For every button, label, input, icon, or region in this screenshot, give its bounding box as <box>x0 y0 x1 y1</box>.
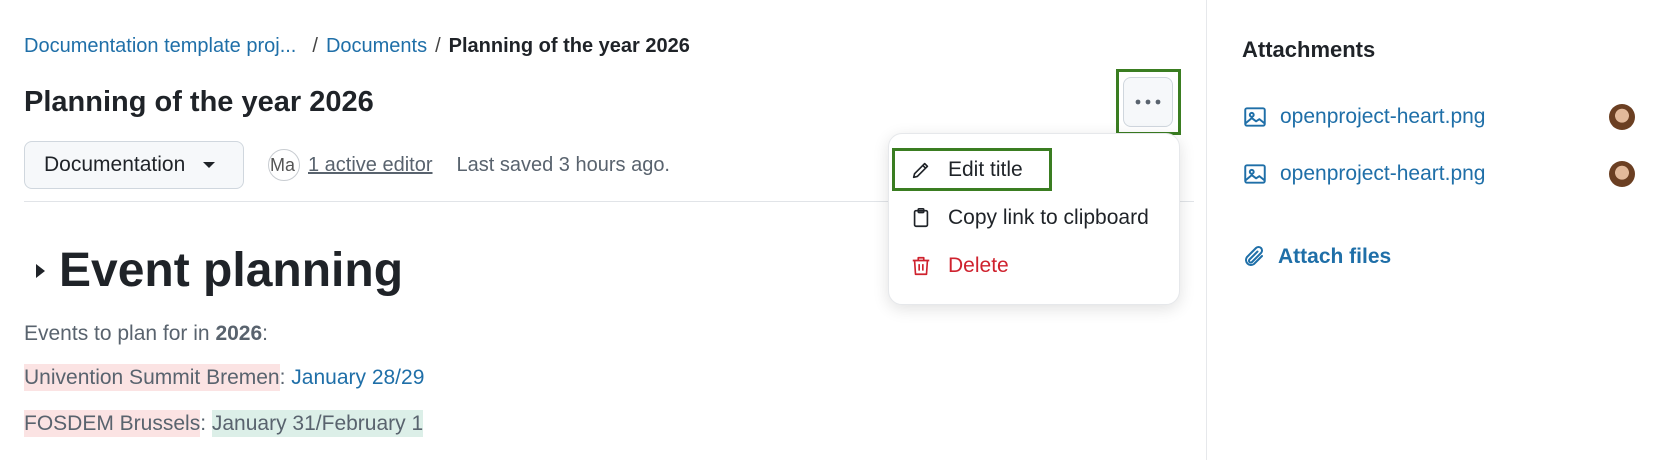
image-icon <box>1242 161 1268 187</box>
event-line: Univention Summit Bremen: January 28/29 <box>24 364 424 391</box>
menu-item-label: Copy link to clipboard <box>948 206 1149 229</box>
document-type-label: Documentation <box>44 153 186 176</box>
intro-paragraph: Events to plan for in 2026: <box>24 322 268 346</box>
attachment-link[interactable]: openproject-heart.png <box>1242 161 1485 187</box>
menu-item-copy-link[interactable]: Copy link to clipboard <box>909 206 1149 230</box>
attachment-name: openproject-heart.png <box>1280 105 1486 128</box>
event-line: FOSDEM Brussels: January 31/February 1 <box>24 410 424 437</box>
menu-item-delete[interactable]: Delete <box>909 254 1009 278</box>
document-meta-row: Documentation Ma 1 active editor Last sa… <box>24 140 670 190</box>
heading-row: Event planning <box>36 243 403 298</box>
edit-title-highlight <box>892 148 1052 191</box>
event-separator: : <box>200 412 212 435</box>
breadcrumb-separator: / <box>312 35 318 57</box>
last-saved-status: Last saved 3 hours ago. <box>456 153 670 176</box>
attach-files-label: Attach files <box>1278 245 1392 268</box>
clipboard-icon <box>909 206 933 230</box>
intro-suffix: : <box>262 322 269 345</box>
event-separator: : <box>279 366 292 389</box>
kebab-horizontal-icon <box>1135 99 1161 105</box>
image-icon <box>1242 104 1268 130</box>
trash-icon <box>909 254 933 278</box>
breadcrumb: Documentation template proj... / Documen… <box>24 35 690 58</box>
document-type-select[interactable]: Documentation <box>24 141 244 189</box>
event-name-highlight: Univention Summit Bremen <box>24 364 280 391</box>
avatar <box>1609 104 1635 130</box>
event-date-highlight: January 31/February 1 <box>211 410 424 437</box>
avatar <box>1609 161 1635 187</box>
main-content: Documentation template proj... / Documen… <box>0 0 1206 460</box>
breadcrumb-project-link[interactable]: Documentation template proj... <box>24 35 296 58</box>
intro-text: Events to plan for in <box>24 322 216 345</box>
attachments-sidebar: Attachments openproject-heart.png openpr… <box>1206 0 1666 460</box>
breadcrumb-current: Planning of the year 2026 <box>448 35 690 57</box>
breadcrumb-separator: / <box>435 35 441 57</box>
event-name-highlight: FOSDEM Brussels <box>24 410 201 437</box>
collapse-toggle-icon[interactable] <box>36 263 45 278</box>
attach-files-button[interactable]: Attach files <box>1242 245 1391 269</box>
attachment-name: openproject-heart.png <box>1280 162 1486 185</box>
intro-year: 2026 <box>215 322 263 345</box>
breadcrumb-documents-link[interactable]: Documents <box>326 35 427 58</box>
editor-avatar: Ma <box>268 149 300 181</box>
menu-item-label: Delete <box>948 254 1009 277</box>
page-title: Planning of the year 2026 <box>24 86 374 118</box>
event-date-link[interactable]: January 28/29 <box>291 366 424 389</box>
more-actions-button[interactable] <box>1123 77 1173 127</box>
attachment-link[interactable]: openproject-heart.png <box>1242 104 1485 130</box>
attachments-title: Attachments <box>1242 37 1376 62</box>
paperclip-icon <box>1242 245 1266 269</box>
triangle-down-icon <box>203 162 216 168</box>
section-heading: Event planning <box>59 244 404 297</box>
active-editors-link[interactable]: 1 active editor <box>308 154 433 177</box>
